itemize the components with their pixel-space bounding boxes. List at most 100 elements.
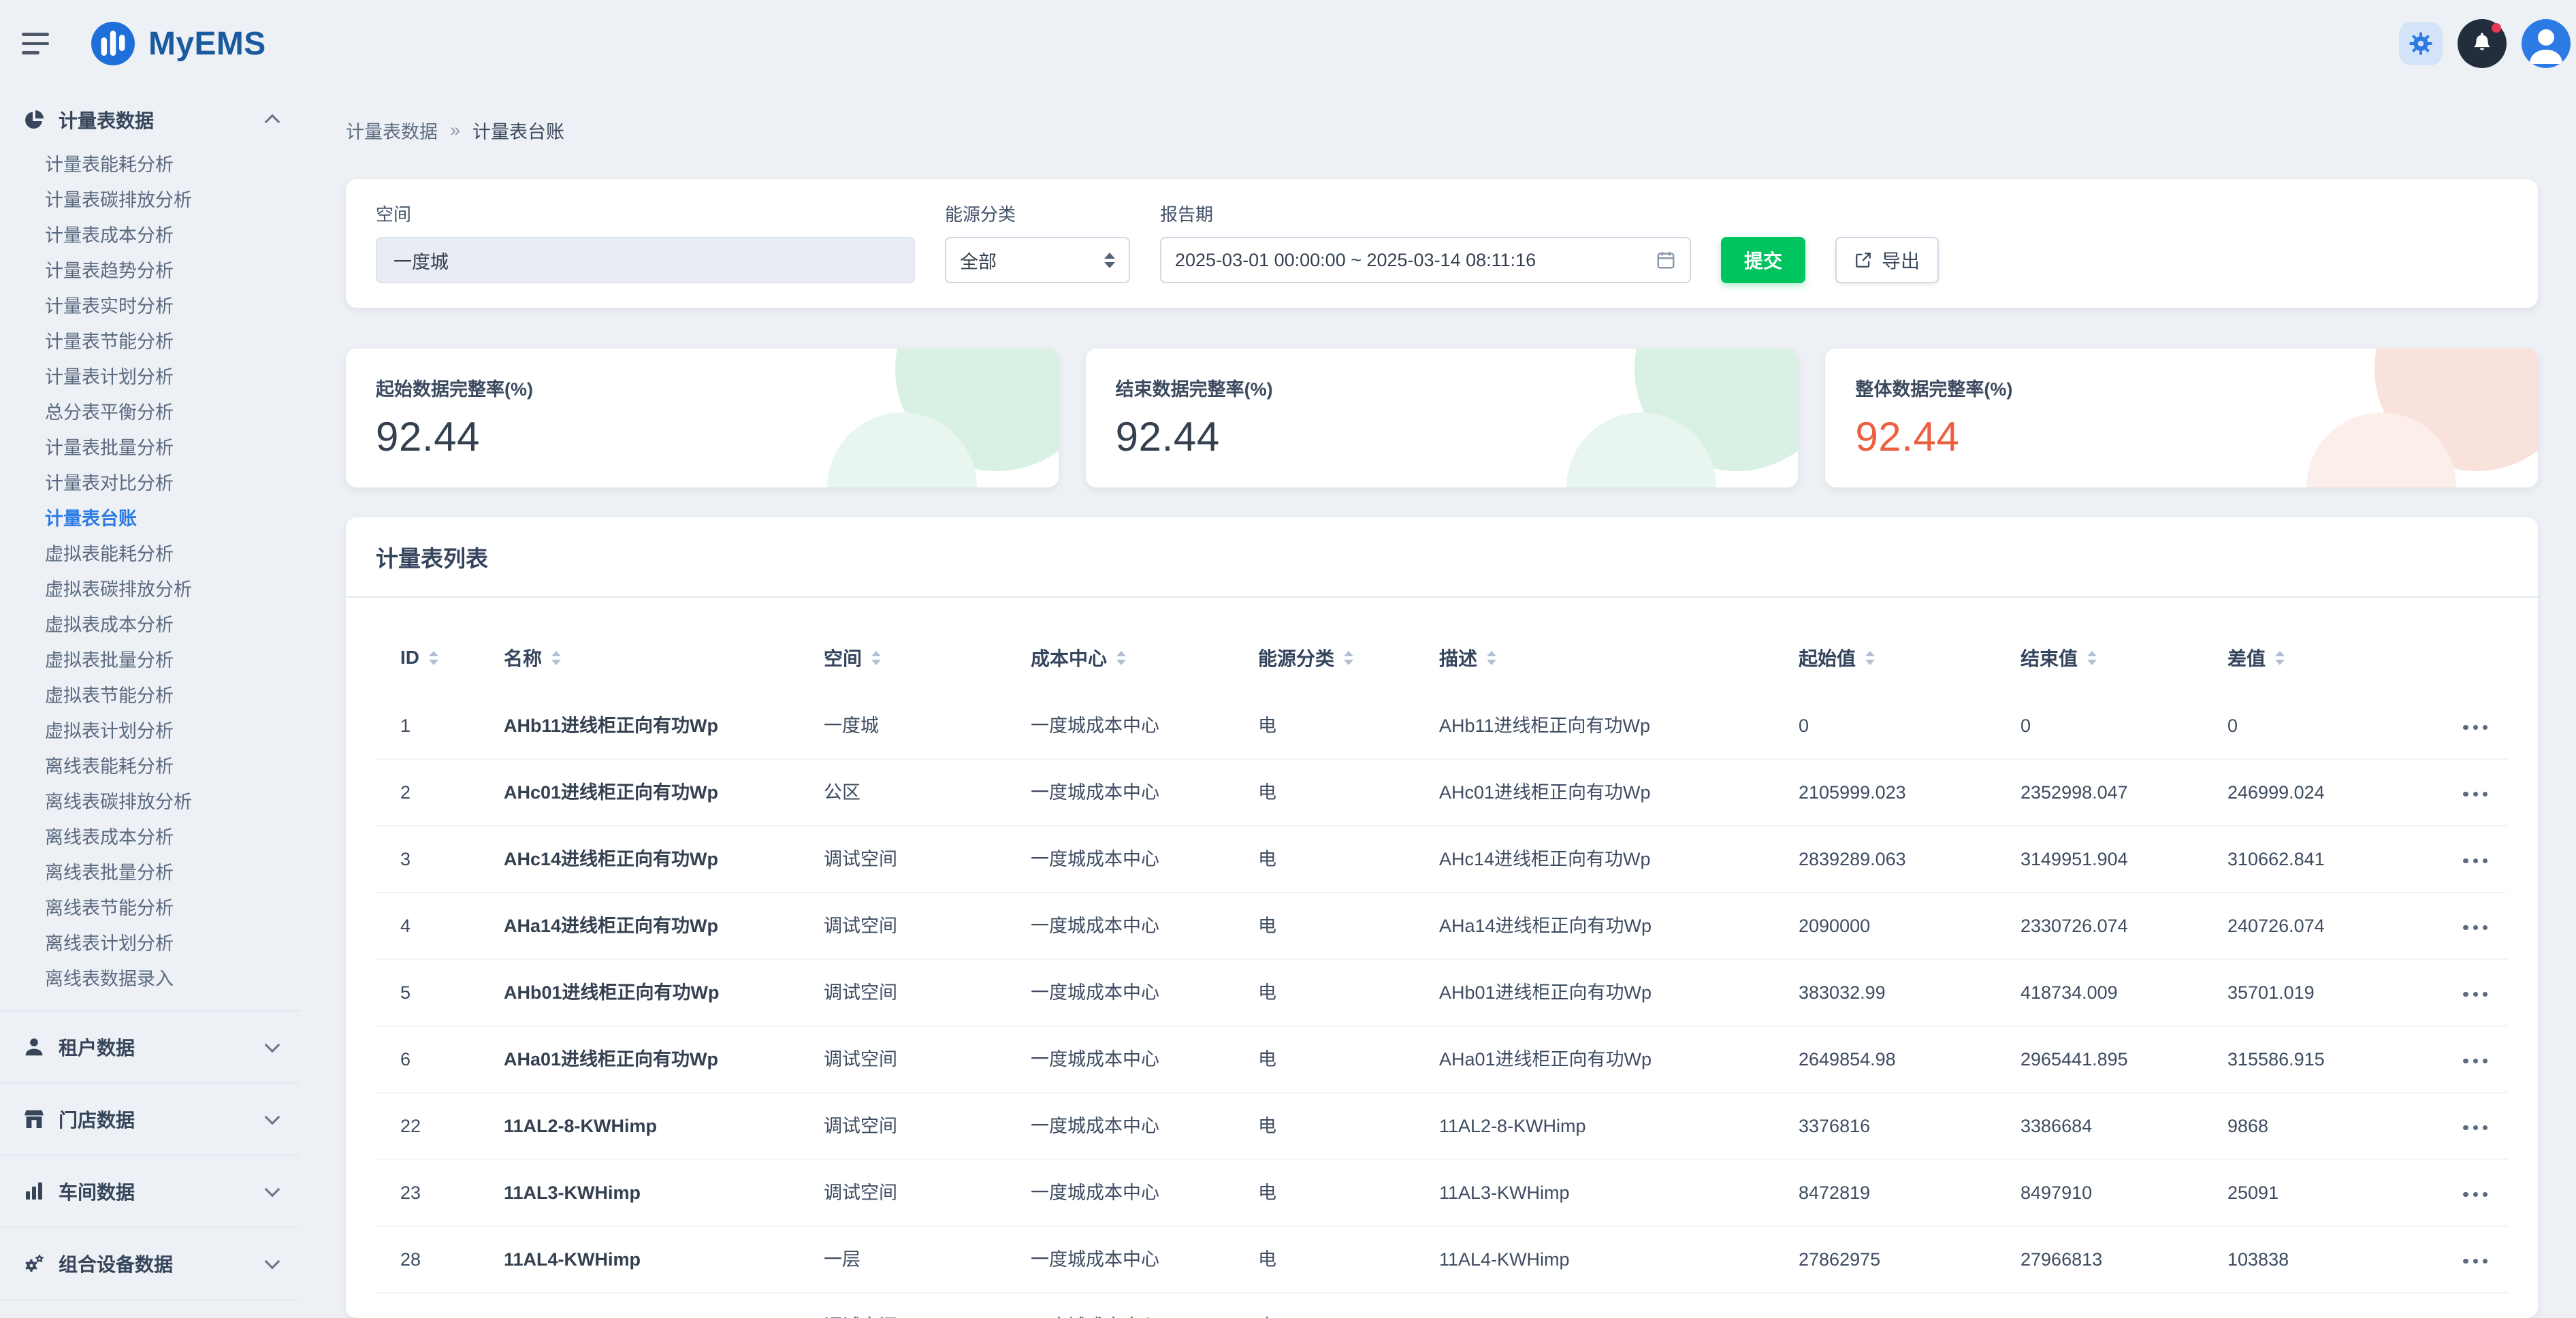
table-card-header: 计量表列表 [346,517,2538,598]
cell-actions [2421,959,2508,1026]
row-actions-ellipsis-button[interactable] [2456,1249,2494,1273]
sidebar-item[interactable]: 虚拟表批量分析 [0,643,300,678]
settings-button[interactable] [2399,22,2443,65]
sidebar-group-tenant-data[interactable]: 租户数据 [0,1010,300,1082]
cell-end-value: 8497910 [2010,1159,2217,1226]
sidebar-item[interactable]: 计量表计划分析 [0,359,300,395]
cell-name: 11AL2-8-KWHimp [493,1093,813,1159]
chevron-down-icon [265,1254,280,1270]
row-actions-ellipsis-button[interactable] [2456,982,2494,1006]
sidebar-item[interactable]: 计量表趋势分析 [0,253,300,289]
export-button[interactable]: 导出 [1835,237,1939,283]
sidebar-item[interactable]: 离线表成本分析 [0,820,300,855]
cell-space: 调试空间 [813,1293,1020,1318]
sidebar-group-combined-equipment-data[interactable]: 组合设备数据 [0,1227,300,1299]
cell-id: 28 [376,1226,493,1293]
gear-icon [2407,30,2434,57]
energy-category-field: 能源分类 全部 [945,201,1130,283]
breadcrumb-parent[interactable]: 计量表数据 [346,117,438,144]
row-actions-ellipsis-button[interactable] [2456,1116,2494,1140]
report-period-value: 2025-03-01 00:00:00 ~ 2025-03-14 08:11:1… [1175,250,1536,271]
sidebar-item[interactable]: 离线表碳排放分析 [0,784,300,820]
column-label: 描述 [1439,644,1477,671]
sidebar-item[interactable]: 虚拟表成本分析 [0,607,300,643]
sidebar-group-store-data[interactable]: 门店数据 [0,1082,300,1155]
cell-description: AHb01进线柜正向有功Wp [1428,959,1788,1026]
column-header[interactable]: 名称 [493,609,813,693]
cell-start-value: 2090000 [1788,893,2010,959]
column-header[interactable]: 成本中心 [1020,609,1247,693]
energy-category-select[interactable]: 全部 [945,237,1130,283]
user-avatar[interactable] [2522,19,2571,68]
column-header[interactable]: 差值 [2217,609,2421,693]
sidebar-item[interactable]: 计量表碳排放分析 [0,182,300,218]
notifications-button[interactable] [2458,19,2507,68]
row-actions-ellipsis-button[interactable] [2456,782,2494,806]
space-input[interactable]: 一度城 [376,237,915,283]
cell-start-value: 2839289.063 [1788,826,2010,893]
cell-id: 23 [376,1159,493,1226]
column-header[interactable]: ID [376,609,493,693]
sidebar-item[interactable]: 总分表平衡分析 [0,395,300,430]
sort-carets-icon [1865,651,1875,665]
cell-name: AHb11进线柜正向有功Wp [493,693,813,759]
sidebar-item[interactable]: 计量表实时分析 [0,289,300,324]
sidebar-item[interactable]: 计量表成本分析 [0,218,300,253]
sidebar-item[interactable]: 虚拟表计划分析 [0,713,300,749]
sidebar-item[interactable]: 计量表能耗分析 [0,147,300,182]
sidebar-item[interactable]: 虚拟表能耗分析 [0,536,300,572]
brand-logo[interactable]: MyEMS [90,20,266,67]
table-row: 3 AHc14进线柜正向有功Wp 调试空间 一度城成本中心 电 AHc14进线柜… [376,826,2508,893]
table-wrap: ID 名称 空间 [346,598,2538,1318]
row-actions-ellipsis-button[interactable] [2456,1049,2494,1073]
stat-label: 起始数据完整率(%) [376,374,1029,401]
report-period-input[interactable]: 2025-03-01 00:00:00 ~ 2025-03-14 08:11:1… [1160,237,1691,283]
sidebar-section-meter-data[interactable]: 计量表数据 [0,95,300,144]
app-root: MyEMS [0,0,2576,1318]
sidebar-item[interactable]: 计量表对比分析 [0,466,300,501]
cell-actions [2421,1093,2508,1159]
column-header[interactable]: 描述 [1428,609,1788,693]
row-actions-ellipsis-button[interactable] [2456,916,2494,939]
sidebar-group-label: 租户数据 [59,1033,135,1061]
sidebar-group-label: 组合设备数据 [59,1250,173,1277]
column-header[interactable]: 能源分类 [1247,609,1428,693]
cell-difference: 9868 [2217,1093,2421,1159]
cell-space: 调试空间 [813,1093,1020,1159]
main-content: 计量表数据 » 计量表台账 空间 一度城 能源分类 全部 [300,87,2576,1318]
sidebar-group-clipped[interactable] [0,1299,300,1318]
column-header[interactable]: 结束值 [2010,609,2217,693]
sidebar-item[interactable]: 离线表能耗分析 [0,749,300,784]
cell-end-value: 3149951.904 [2010,826,2217,893]
sidebar-item[interactable]: 离线表批量分析 [0,855,300,890]
column-header[interactable]: 空间 [813,609,1020,693]
avatar-icon [2522,19,2571,68]
sidebar-item[interactable]: 离线表节能分析 [0,890,300,926]
sidebar-item[interactable]: 计量表节能分析 [0,324,300,359]
submit-button[interactable]: 提交 [1721,237,1805,283]
breadcrumb-current: 计量表台账 [472,117,564,144]
row-actions-ellipsis-button[interactable] [2456,716,2494,739]
row-actions-ellipsis-button[interactable] [2456,1183,2494,1206]
cell-energy-category: 电 [1247,1026,1428,1093]
column-label: 起始值 [1799,644,1856,671]
sidebar-item[interactable]: 虚拟表节能分析 [0,678,300,713]
column-header[interactable]: 起始值 [1788,609,2010,693]
cell-id: 1 [376,693,493,759]
cell-space: 调试空间 [813,893,1020,959]
sidebar-group-shopfloor-data[interactable]: 车间数据 [0,1155,300,1227]
external-link-icon [1854,251,1872,269]
sidebar-item[interactable]: 离线表数据录入 [0,961,300,997]
sidebar-item[interactable]: 虚拟表碳排放分析 [0,572,300,607]
sidebar-item[interactable]: 离线表计划分析 [0,926,300,961]
bell-icon [2469,31,2495,57]
cell-name: AHb01进线柜正向有功Wp [493,959,813,1026]
store-icon [23,1108,45,1130]
hamburger-menu-icon[interactable] [22,23,63,64]
cell-name: AHa14进线柜正向有功Wp [493,893,813,959]
row-actions-ellipsis-button[interactable] [2456,849,2494,873]
cell-start-value: 2649854.98 [1788,1026,2010,1093]
sidebar-section-label: 计量表数据 [59,106,154,133]
sidebar-item[interactable]: 计量表台账 [0,501,300,536]
sidebar-item[interactable]: 计量表批量分析 [0,430,300,466]
